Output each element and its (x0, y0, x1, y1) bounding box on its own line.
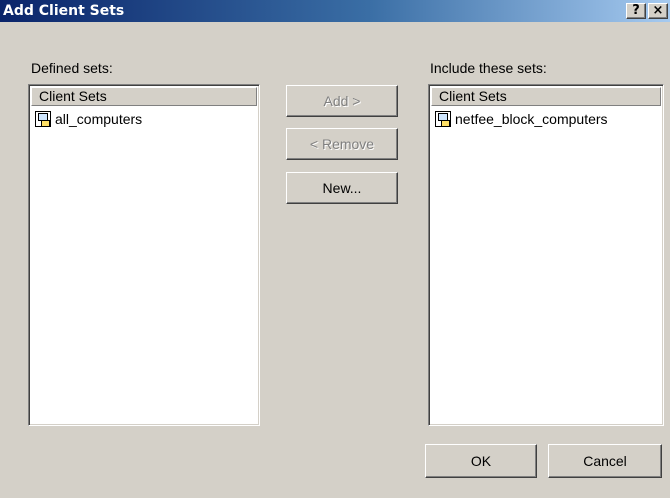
ok-button[interactable]: OK (425, 444, 537, 478)
client-set-icon (435, 111, 451, 127)
remove-button-label: < Remove (309, 136, 375, 152)
include-sets-listbox[interactable]: Client Sets netfee_block_computers (428, 84, 664, 426)
include-sets-label: Include these sets: (430, 60, 547, 76)
close-button[interactable]: × (648, 3, 668, 19)
defined-sets-label: Defined sets: (31, 60, 113, 76)
include-sets-column-header[interactable]: Client Sets (431, 87, 661, 106)
add-button-label: Add > (323, 93, 361, 109)
list-item[interactable]: netfee_block_computers (435, 109, 608, 129)
remove-button[interactable]: < Remove (286, 128, 398, 160)
add-button[interactable]: Add > (286, 85, 398, 117)
help-button[interactable]: ? (626, 3, 646, 19)
defined-sets-column-header[interactable]: Client Sets (31, 87, 257, 106)
list-item-label: all_computers (55, 111, 143, 127)
help-icon: ? (632, 3, 640, 18)
list-item-label: netfee_block_computers (455, 111, 608, 127)
cancel-button-label: Cancel (583, 453, 627, 469)
ok-button-label: OK (470, 453, 492, 469)
cancel-button[interactable]: Cancel (548, 444, 662, 478)
new-button[interactable]: New... (286, 172, 398, 204)
window-title: Add Client Sets (3, 3, 125, 19)
new-button-label: New... (322, 180, 362, 196)
client-set-icon (35, 111, 51, 127)
defined-sets-listbox[interactable]: Client Sets all_computers (28, 84, 260, 426)
list-item[interactable]: all_computers (35, 109, 142, 129)
close-icon: × (652, 3, 664, 18)
